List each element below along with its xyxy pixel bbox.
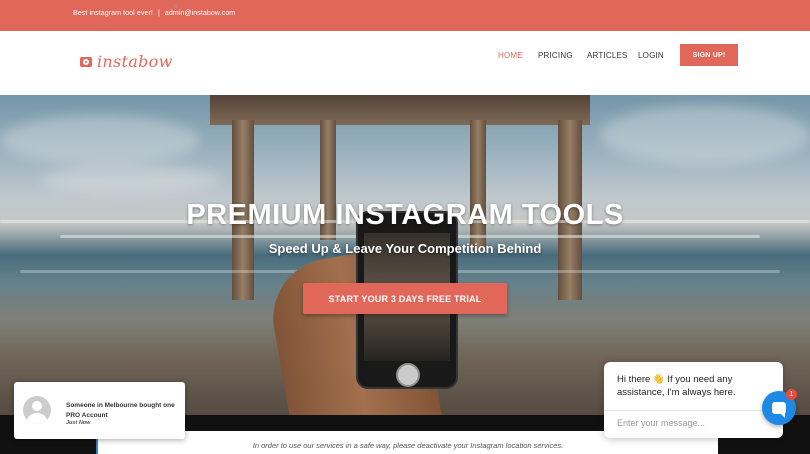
topbar-separator: | (157, 10, 160, 17)
nav-articles[interactable]: ARTICLES (587, 51, 628, 60)
signup-button[interactable]: SIGN UP! (680, 44, 738, 66)
logo-text: instabow (97, 52, 173, 71)
purchase-notification[interactable]: Someone in Melbourne bought one PRO Acco… (14, 382, 185, 439)
avatar-icon (23, 396, 51, 424)
nav-home[interactable]: HOME (498, 51, 523, 60)
free-trial-button[interactable]: START YOUR 3 DAYS FREE TRIAL (303, 283, 507, 314)
nav-login[interactable]: LOGIN (638, 51, 664, 60)
logo[interactable]: instabow (80, 52, 173, 71)
chat-divider (604, 410, 783, 411)
chat-greeting: Hi there 👋 If you need any assistance, I… (617, 374, 736, 398)
nav-pricing[interactable]: PRICING (538, 51, 573, 60)
notice-text: In order to use our services in a safe w… (252, 441, 564, 450)
topbar-text: Best instagram tool ever! | admin@instabow… (73, 10, 235, 17)
topbar-email-link[interactable]: admin@instabow.com (165, 10, 235, 17)
hero-subtitle: Speed Up & Leave Your Competition Behind (268, 241, 542, 256)
chat-input[interactable]: Enter your message... (617, 418, 705, 428)
chat-widget: Hi there 👋 If you need any assistance, I… (604, 362, 783, 438)
camera-icon (80, 56, 92, 67)
unread-badge: 1 (786, 389, 797, 400)
top-bar: Best instagram tool ever! | admin@instabow… (0, 0, 810, 31)
close-icon[interactable]: × (173, 2, 178, 11)
chat-bubble-icon (772, 402, 786, 418)
notification-time: Just Now (66, 420, 91, 426)
hero-title: PREMIUM INSTAGRAM TOOLS (186, 199, 624, 231)
notification-message: Someone in Melbourne bought one PRO Acco… (66, 402, 175, 419)
topbar-tagline: Best instagram tool ever! (73, 10, 153, 17)
